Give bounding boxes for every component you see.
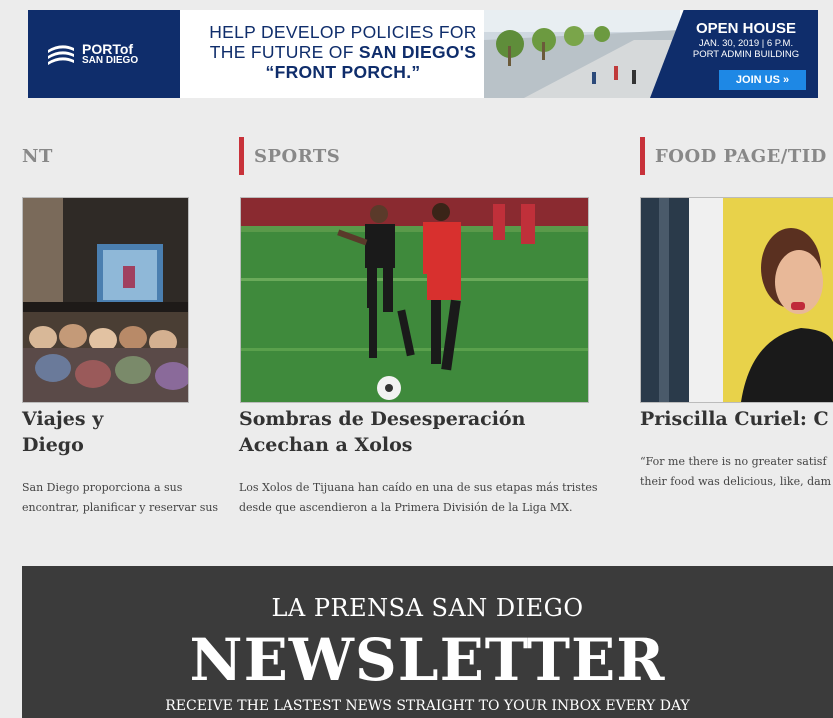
soccer-photo [241, 198, 588, 402]
article-title[interactable]: Sombras de Desesperación Acechan a Xolos [239, 406, 619, 458]
port-banner-ad[interactable]: PORTof SAN DIEGO HELP DEVELOP POLICIES F… [28, 10, 818, 98]
newsletter-subtitle: RECEIVE THE LASTEST NEWS STRAIGHT TO YOU… [165, 698, 690, 714]
join-us-button[interactable]: JOIN US » [719, 70, 806, 90]
article-excerpt: “For me there is no greater satisf their… [640, 455, 832, 488]
ad-headline: HELP DEVELOP POLICIES FOR THE FUTURE OF … [209, 22, 477, 82]
boardwalk-photo [484, 10, 680, 98]
newsletter-kicker: LA PRENSA SAN DIEGO [271, 594, 584, 622]
port-logo-icon [48, 45, 74, 65]
section-title-left[interactable]: NT [22, 146, 53, 167]
article-image-conference[interactable] [22, 197, 189, 403]
article-title[interactable]: Viajes y Diego [22, 406, 222, 458]
section-title-food[interactable]: FOOD PAGE/TID [655, 146, 827, 167]
article-excerpt: Los Xolos de Tijuana han caído en una de… [239, 481, 598, 514]
port-logo-text: PORTof SAN DIEGO [82, 41, 139, 66]
section-accent-bar [239, 137, 244, 175]
article-image-soccer[interactable] [240, 197, 589, 403]
newsletter-title: NEWSLETTER [189, 626, 666, 694]
chef-portrait-photo [641, 198, 833, 402]
section-title-sports[interactable]: SPORTS [254, 146, 340, 167]
ad-event-info: OPEN HOUSE JAN. 30, 2019 | 6 P.M. PORT A… [692, 20, 800, 60]
section-accent-bar [640, 137, 645, 175]
newsletter-section: LA PRENSA SAN DIEGO NEWSLETTER RECEIVE T… [22, 566, 833, 718]
conference-photo [23, 198, 188, 402]
article-image-chef[interactable] [640, 197, 833, 403]
article-excerpt: San Diego proporciona a sus encontrar, p… [22, 481, 219, 514]
article-title[interactable]: Priscilla Curiel: C [640, 406, 833, 432]
